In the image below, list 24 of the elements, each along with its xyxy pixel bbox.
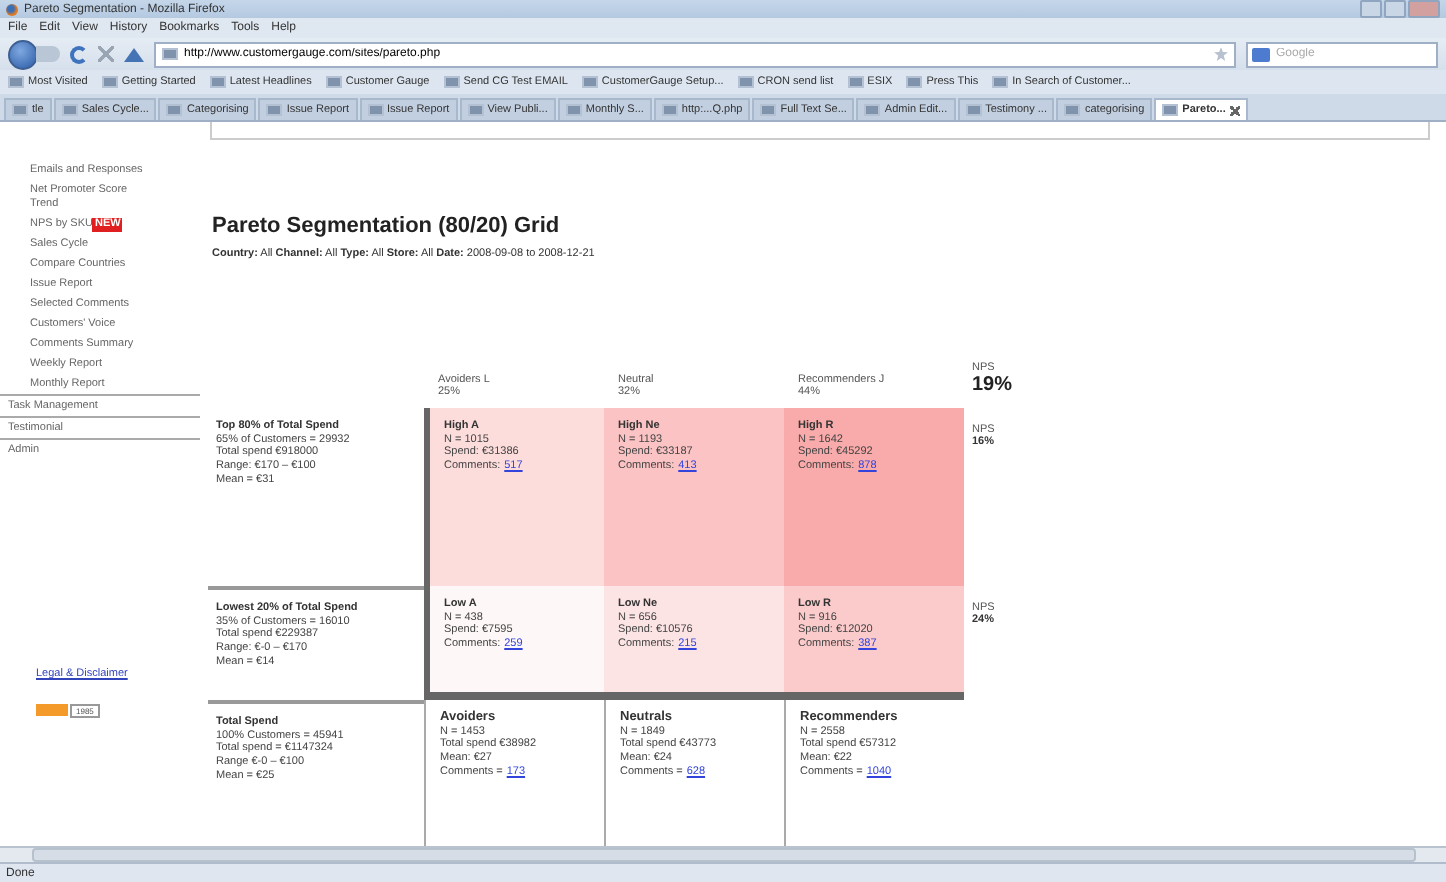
page-icon bbox=[61, 104, 78, 116]
page-icon bbox=[1162, 104, 1179, 116]
certification-badge bbox=[36, 704, 68, 716]
browser-logo-icon bbox=[6, 3, 18, 15]
page-title: Pareto Segmentation (80/20) Grid bbox=[212, 214, 562, 238]
stop-icon[interactable] bbox=[98, 46, 114, 62]
page-icon bbox=[166, 104, 183, 116]
nps-value: 19% bbox=[972, 374, 1015, 396]
close-button[interactable] bbox=[1408, 0, 1440, 18]
search-engine-icon bbox=[1252, 47, 1270, 61]
maximize-button[interactable] bbox=[1384, 0, 1406, 18]
page-icon bbox=[266, 104, 283, 116]
page-icon bbox=[1064, 104, 1081, 116]
page-icon bbox=[209, 76, 226, 88]
minimize-button[interactable] bbox=[1360, 0, 1382, 18]
page-icon bbox=[367, 104, 384, 116]
back-button[interactable] bbox=[8, 39, 38, 69]
page-icon bbox=[101, 76, 118, 88]
page-icon bbox=[906, 76, 923, 88]
page-icon bbox=[162, 48, 178, 60]
close-tab-icon[interactable] bbox=[1229, 105, 1240, 115]
reload-icon[interactable] bbox=[70, 45, 88, 63]
page-icon bbox=[661, 104, 678, 116]
page-icon bbox=[325, 76, 342, 88]
